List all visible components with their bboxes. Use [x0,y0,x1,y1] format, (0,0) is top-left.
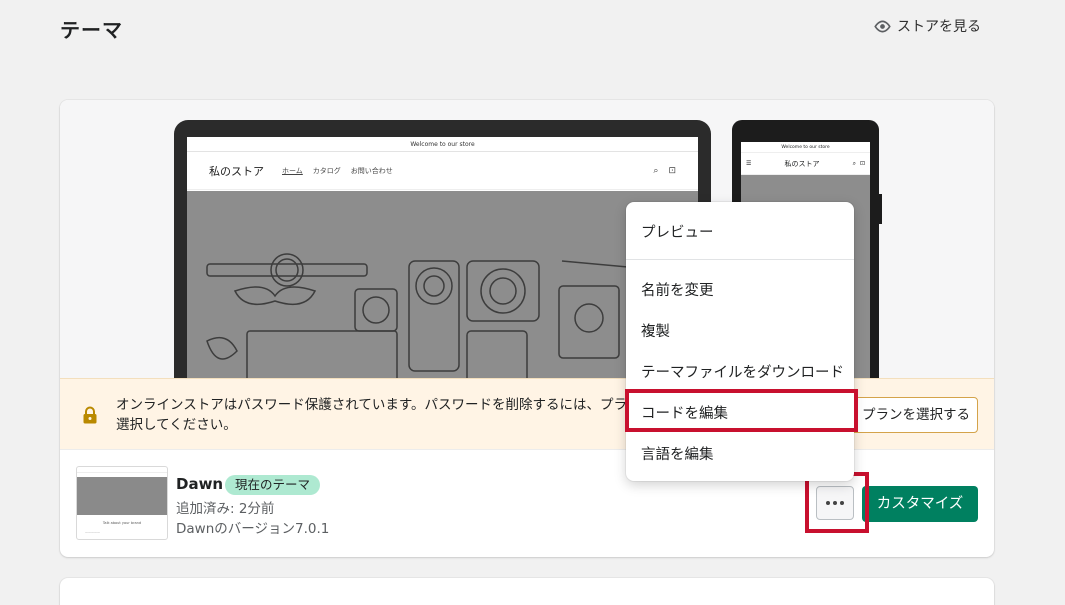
menu-item-download[interactable]: テーマファイルをダウンロード [641,361,844,382]
lock-icon [83,406,97,424]
site-nav: ホーム カタログ お問い合わせ [282,166,393,176]
thumbnail-caption: Talk about your brand [102,521,142,525]
eye-icon [874,20,891,32]
theme-thumbnail: Talk about your brand ————— [76,466,168,540]
added-time: 追加済み: 2分前 [176,501,275,517]
theme-name: Dawn [176,475,224,493]
phone-side-button [879,194,882,224]
theme-library-card [60,578,994,605]
page-title: テーマ [60,18,123,42]
current-theme-badge: 現在のテーマ [225,475,321,495]
menu-item-rename[interactable]: 名前を変更 [641,279,714,300]
mobile-announcement: Welcome to our store [741,142,870,153]
highlight-edit-code [625,389,858,432]
desktop-screen: Welcome to our store 私のストア ホーム カタログ お問い合… [187,137,698,387]
nav-catalog: カタログ [312,166,341,175]
menu-item-edit-language[interactable]: 言語を編集 [641,443,714,464]
store-name: 私のストア [209,164,264,178]
site-header: 私のストア ホーム カタログ お問い合わせ ⌕ ⊡ [187,152,698,190]
actions-menu: プレビュー 名前を変更 複製 テーマファイルをダウンロード コードを編集 言語を… [626,202,854,481]
hero-illustration [206,253,673,387]
search-icon: ⌕ [653,165,659,176]
cart-icon: ⊡ [668,165,676,176]
mobile-header: ☰ 私のストア ⌕ ⊡ [741,153,870,175]
menu-item-duplicate[interactable]: 複製 [641,320,670,341]
customize-button[interactable]: カスタマイズ [862,486,978,522]
theme-version: Dawnのバージョン7.0.1 [176,521,330,537]
banner-message: オンラインストアはパスワード保護されています。パスワードを削除するには、プランを… [116,397,654,433]
cart-icon: ⊡ [859,160,865,167]
hero-image [187,191,698,387]
hamburger-icon: ☰ [746,160,752,167]
mobile-store-name: 私のストア [784,159,820,168]
announcement-bar: Welcome to our store [187,137,698,152]
menu-item-preview[interactable]: プレビュー [641,221,714,242]
view-store-label: ストアを見る [897,19,981,35]
menu-divider [626,259,854,260]
search-icon: ⌕ [852,159,856,167]
view-store-link[interactable]: ストアを見る [874,16,981,36]
nav-home: ホーム [282,166,303,175]
highlight-more-button [805,472,869,533]
nav-contact: お問い合わせ [350,166,393,175]
